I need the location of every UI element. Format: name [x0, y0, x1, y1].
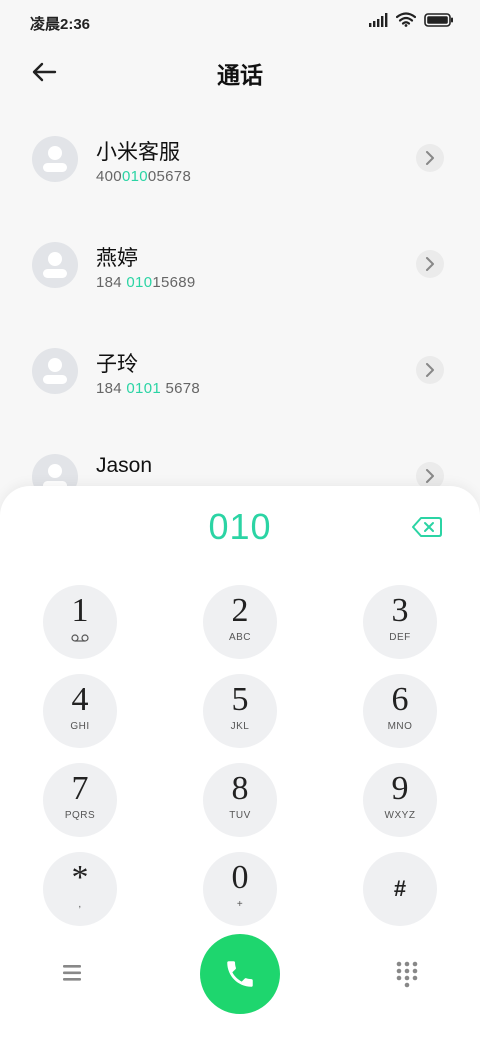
- menu-button[interactable]: [60, 960, 86, 986]
- dialpad-toggle-button[interactable]: [394, 960, 420, 990]
- header: 通话: [0, 44, 480, 100]
- call-button[interactable]: [200, 934, 280, 1014]
- dial-key-1[interactable]: 1: [43, 585, 117, 659]
- dial-key-star[interactable]: * ,: [43, 852, 117, 926]
- contact-name: 小米客服: [96, 141, 180, 164]
- dial-key-4[interactable]: 4 GHI: [43, 674, 117, 748]
- dial-key-7[interactable]: 7 PQRS: [43, 763, 117, 837]
- dial-key-8[interactable]: 8 TUV: [203, 763, 277, 837]
- contact-row[interactable]: 小米客服 40001005678: [0, 124, 480, 214]
- contact-name: Jason: [96, 454, 153, 477]
- chevron-right-icon: [426, 257, 434, 271]
- chevron-right-icon: [426, 363, 434, 377]
- contact-name: 子玲: [96, 353, 138, 376]
- contact-number: 40001005678: [96, 168, 192, 185]
- status-icons: [368, 12, 454, 27]
- contact-row[interactable]: 子玲 184 0101 5678: [0, 336, 480, 426]
- phone-icon: [227, 961, 253, 987]
- contact-detail-button[interactable]: [416, 356, 444, 384]
- avatar: [32, 136, 78, 182]
- battery-icon: [424, 12, 453, 27]
- chevron-right-icon: [426, 469, 434, 483]
- contact-row[interactable]: 燕婷 184 01015689: [0, 230, 480, 320]
- dial-key-9[interactable]: 9 WXYZ: [363, 763, 437, 837]
- contact-detail-button[interactable]: [416, 250, 444, 278]
- dialer-panel: 010 1 2 ABC 3 DEF 4 GHI 5 JKL 6 MNO 7 PQ…: [0, 486, 480, 1040]
- wifi-icon: [396, 12, 416, 27]
- avatar: [32, 348, 78, 394]
- avatar: [32, 242, 78, 288]
- signal-icon: [369, 12, 388, 27]
- page-title: 通话: [217, 62, 263, 88]
- contact-name: 燕婷: [96, 247, 138, 270]
- contact-number: 184 0101 5678: [96, 380, 201, 397]
- dial-key-5[interactable]: 5 JKL: [203, 674, 277, 748]
- status-time: 凌晨2:36: [30, 16, 91, 33]
- dial-key-0[interactable]: 0 +: [203, 852, 277, 926]
- backspace-button[interactable]: [412, 516, 442, 538]
- dial-key-2[interactable]: 2 ABC: [203, 585, 277, 659]
- dialpad-icon: [396, 961, 418, 988]
- voicemail-icon: [71, 634, 89, 642]
- dial-key-hash[interactable]: #: [363, 852, 437, 926]
- contact-detail-button[interactable]: [416, 144, 444, 172]
- dial-key-3[interactable]: 3 DEF: [363, 585, 437, 659]
- menu-icon: [63, 965, 81, 981]
- status-bar: 凌晨2:36: [0, 0, 480, 44]
- dial-key-6[interactable]: 6 MNO: [363, 674, 437, 748]
- dial-input: 010: [208, 506, 272, 547]
- chevron-right-icon: [426, 151, 434, 165]
- contact-number: 184 01015689: [96, 274, 196, 291]
- backspace-icon: [412, 517, 442, 537]
